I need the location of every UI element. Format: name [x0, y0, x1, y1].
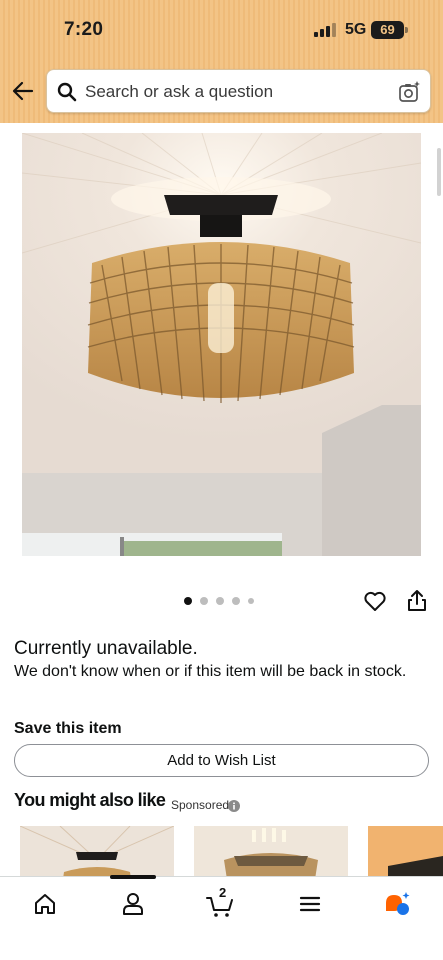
search-input[interactable]: [85, 76, 385, 108]
recommended-product-card[interactable]: [368, 826, 443, 876]
share-icon[interactable]: [404, 588, 430, 614]
recommended-product-card[interactable]: [20, 826, 174, 876]
network-label: 5G: [345, 21, 367, 38]
recommendations-title: You might also like: [14, 790, 166, 810]
info-icon[interactable]: [228, 799, 240, 812]
header: 7:20 5G 69: [0, 0, 443, 123]
carousel-dot[interactable]: [184, 597, 192, 605]
recommended-product-card[interactable]: [194, 826, 348, 876]
product-image[interactable]: [22, 133, 421, 556]
battery-icon: 69: [371, 21, 404, 39]
status-time: 7:20: [64, 19, 104, 40]
search-bar[interactable]: [46, 69, 431, 113]
back-arrow-icon[interactable]: [10, 78, 36, 104]
heart-icon[interactable]: [362, 588, 388, 614]
status-bar: 7:20 5G 69: [0, 0, 443, 60]
rufus-icon[interactable]: [382, 889, 412, 919]
carousel-dot[interactable]: [216, 597, 224, 605]
availability-title: Currently unavailable.: [14, 638, 198, 659]
carousel-dot[interactable]: [248, 598, 254, 604]
scrollbar[interactable]: [437, 148, 441, 196]
add-to-wishlist-button[interactable]: Add to Wish List: [14, 744, 429, 777]
camera-search-icon[interactable]: [397, 80, 421, 104]
nav-active-indicator: [110, 875, 156, 879]
recommendations-carousel[interactable]: [0, 826, 443, 876]
save-item-title: Save this item: [14, 720, 122, 737]
home-icon[interactable]: [30, 889, 60, 919]
carousel-dots[interactable]: [184, 597, 254, 605]
cart-count: 2: [219, 885, 227, 900]
signal-icon: [314, 23, 336, 37]
carousel-dot[interactable]: [232, 597, 240, 605]
search-icon: [57, 82, 77, 102]
carousel-dot[interactable]: [200, 597, 208, 605]
sponsored-label: Sponsored: [171, 798, 230, 812]
availability-message: We don't know when or if this item will …: [14, 663, 407, 680]
battery-tip: [405, 27, 408, 33]
account-icon[interactable]: [118, 889, 148, 919]
menu-icon[interactable]: [295, 889, 325, 919]
